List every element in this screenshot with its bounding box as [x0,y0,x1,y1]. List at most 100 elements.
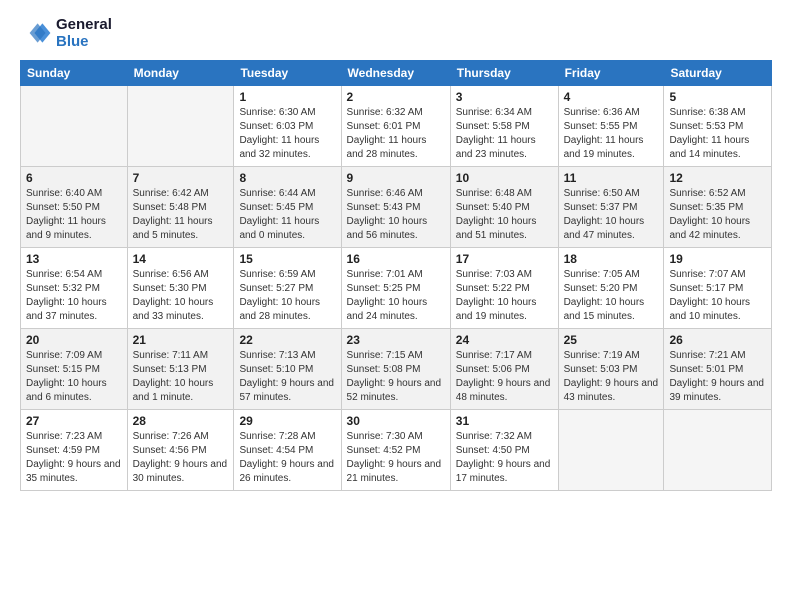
day-info: Sunrise: 6:32 AM Sunset: 6:01 PM Dayligh… [347,106,445,162]
weekday-header-saturday: Saturday [664,61,772,86]
logo-text: General Blue [56,16,112,50]
day-info: Sunrise: 7:01 AM Sunset: 5:25 PM Dayligh… [347,268,445,324]
day-number: 22 [239,333,335,347]
day-number: 20 [26,333,122,347]
calendar-cell: 30 Sunrise: 7:30 AM Sunset: 4:52 PM Dayli… [341,410,450,491]
day-number: 29 [239,414,335,428]
day-info: Sunrise: 6:54 AM Sunset: 5:32 PM Dayligh… [26,268,122,324]
calendar-cell: 18 Sunrise: 7:05 AM Sunset: 5:20 PM Dayli… [558,248,664,329]
logo-icon [20,17,52,49]
calendar-cell: 20 Sunrise: 7:09 AM Sunset: 5:15 PM Dayli… [21,329,128,410]
day-info: Sunrise: 6:34 AM Sunset: 5:58 PM Dayligh… [456,106,553,162]
day-number: 16 [347,252,445,266]
day-info: Sunrise: 6:44 AM Sunset: 5:45 PM Dayligh… [239,187,335,243]
calendar-row-2: 6 Sunrise: 6:40 AM Sunset: 5:50 PM Daylig… [21,167,772,248]
calendar-cell: 8 Sunrise: 6:44 AM Sunset: 5:45 PM Daylig… [234,167,341,248]
day-number: 14 [133,252,229,266]
calendar-cell [664,410,772,491]
day-info: Sunrise: 7:30 AM Sunset: 4:52 PM Dayligh… [347,430,445,486]
calendar-cell: 3 Sunrise: 6:34 AM Sunset: 5:58 PM Daylig… [450,86,558,167]
logo: General Blue [20,16,112,50]
day-info: Sunrise: 7:19 AM Sunset: 5:03 PM Dayligh… [564,349,659,405]
day-number: 17 [456,252,553,266]
weekday-header-wednesday: Wednesday [341,61,450,86]
calendar-row-3: 13 Sunrise: 6:54 AM Sunset: 5:32 PM Dayli… [21,248,772,329]
day-number: 15 [239,252,335,266]
day-number: 9 [347,171,445,185]
day-number: 5 [669,90,766,104]
calendar-cell: 10Sunrise: 6:48 AM Sunset: 5:40 PM Dayli… [450,167,558,248]
calendar-cell: 24Sunrise: 7:17 AM Sunset: 5:06 PM Dayli… [450,329,558,410]
page: General Blue SundayMondayTuesdayWednesda… [0,0,792,612]
day-number: 6 [26,171,122,185]
weekday-header-row: SundayMondayTuesdayWednesdayThursdayFrid… [21,61,772,86]
day-info: Sunrise: 7:28 AM Sunset: 4:54 PM Dayligh… [239,430,335,486]
calendar-cell: 25Sunrise: 7:19 AM Sunset: 5:03 PM Dayli… [558,329,664,410]
day-info: Sunrise: 7:05 AM Sunset: 5:20 PM Dayligh… [564,268,659,324]
day-info: Sunrise: 7:07 AM Sunset: 5:17 PM Dayligh… [669,268,766,324]
weekday-header-tuesday: Tuesday [234,61,341,86]
calendar-cell: 11Sunrise: 6:50 AM Sunset: 5:37 PM Dayli… [558,167,664,248]
day-number: 18 [564,252,659,266]
day-number: 12 [669,171,766,185]
weekday-header-friday: Friday [558,61,664,86]
calendar-row-1: 1Sunrise: 6:30 AM Sunset: 6:03 PM Daylig… [21,86,772,167]
day-info: Sunrise: 6:50 AM Sunset: 5:37 PM Dayligh… [564,187,659,243]
day-number: 27 [26,414,122,428]
calendar-cell: 19 Sunrise: 7:07 AM Sunset: 5:17 PM Dayli… [664,248,772,329]
day-info: Sunrise: 6:59 AM Sunset: 5:27 PM Dayligh… [239,268,335,324]
weekday-header-thursday: Thursday [450,61,558,86]
calendar-cell: 28 Sunrise: 7:26 AM Sunset: 4:56 PM Dayli… [127,410,234,491]
calendar-cell: 21Sunrise: 7:11 AM Sunset: 5:13 PM Dayli… [127,329,234,410]
calendar-cell [558,410,664,491]
day-info: Sunrise: 7:13 AM Sunset: 5:10 PM Dayligh… [239,349,335,405]
day-number: 7 [133,171,229,185]
calendar-cell: 23 Sunrise: 7:15 AM Sunset: 5:08 PM Dayli… [341,329,450,410]
day-number: 19 [669,252,766,266]
day-info: Sunrise: 7:15 AM Sunset: 5:08 PM Dayligh… [347,349,445,405]
day-number: 3 [456,90,553,104]
day-info: Sunrise: 6:40 AM Sunset: 5:50 PM Dayligh… [26,187,122,243]
calendar-cell: 5 Sunrise: 6:38 AM Sunset: 5:53 PM Daylig… [664,86,772,167]
calendar-cell: 29 Sunrise: 7:28 AM Sunset: 4:54 PM Dayli… [234,410,341,491]
calendar-cell [21,86,128,167]
day-info: Sunrise: 6:52 AM Sunset: 5:35 PM Dayligh… [669,187,766,243]
calendar-cell: 27 Sunrise: 7:23 AM Sunset: 4:59 PM Dayli… [21,410,128,491]
calendar-cell: 26Sunrise: 7:21 AM Sunset: 5:01 PM Dayli… [664,329,772,410]
header: General Blue [20,16,772,50]
day-info: Sunrise: 7:17 AM Sunset: 5:06 PM Dayligh… [456,349,553,405]
day-number: 23 [347,333,445,347]
day-info: Sunrise: 7:32 AM Sunset: 4:50 PM Dayligh… [456,430,553,486]
calendar-cell: 13 Sunrise: 6:54 AM Sunset: 5:32 PM Dayli… [21,248,128,329]
weekday-header-monday: Monday [127,61,234,86]
day-info: Sunrise: 6:38 AM Sunset: 5:53 PM Dayligh… [669,106,766,162]
calendar-row-4: 20 Sunrise: 7:09 AM Sunset: 5:15 PM Dayli… [21,329,772,410]
calendar-cell: 7 Sunrise: 6:42 AM Sunset: 5:48 PM Daylig… [127,167,234,248]
day-info: Sunrise: 7:03 AM Sunset: 5:22 PM Dayligh… [456,268,553,324]
day-info: Sunrise: 6:42 AM Sunset: 5:48 PM Dayligh… [133,187,229,243]
day-number: 30 [347,414,445,428]
day-number: 4 [564,90,659,104]
day-number: 2 [347,90,445,104]
calendar-cell [127,86,234,167]
day-info: Sunrise: 6:46 AM Sunset: 5:43 PM Dayligh… [347,187,445,243]
day-info: Sunrise: 7:23 AM Sunset: 4:59 PM Dayligh… [26,430,122,486]
calendar-cell: 6 Sunrise: 6:40 AM Sunset: 5:50 PM Daylig… [21,167,128,248]
calendar-row-5: 27 Sunrise: 7:23 AM Sunset: 4:59 PM Dayli… [21,410,772,491]
day-info: Sunrise: 7:26 AM Sunset: 4:56 PM Dayligh… [133,430,229,486]
calendar-cell: 22 Sunrise: 7:13 AM Sunset: 5:10 PM Dayli… [234,329,341,410]
day-number: 28 [133,414,229,428]
calendar-cell: 1Sunrise: 6:30 AM Sunset: 6:03 PM Daylig… [234,86,341,167]
calendar-cell: 4 Sunrise: 6:36 AM Sunset: 5:55 PM Daylig… [558,86,664,167]
day-info: Sunrise: 7:09 AM Sunset: 5:15 PM Dayligh… [26,349,122,405]
day-number: 13 [26,252,122,266]
day-number: 31 [456,414,553,428]
calendar-cell: 12 Sunrise: 6:52 AM Sunset: 5:35 PM Dayli… [664,167,772,248]
day-number: 8 [239,171,335,185]
calendar-cell: 31 Sunrise: 7:32 AM Sunset: 4:50 PM Dayli… [450,410,558,491]
calendar-cell: 2 Sunrise: 6:32 AM Sunset: 6:01 PM Daylig… [341,86,450,167]
day-info: Sunrise: 6:36 AM Sunset: 5:55 PM Dayligh… [564,106,659,162]
day-info: Sunrise: 6:30 AM Sunset: 6:03 PM Dayligh… [239,106,335,162]
weekday-header-sunday: Sunday [21,61,128,86]
calendar-cell: 17 Sunrise: 7:03 AM Sunset: 5:22 PM Dayli… [450,248,558,329]
